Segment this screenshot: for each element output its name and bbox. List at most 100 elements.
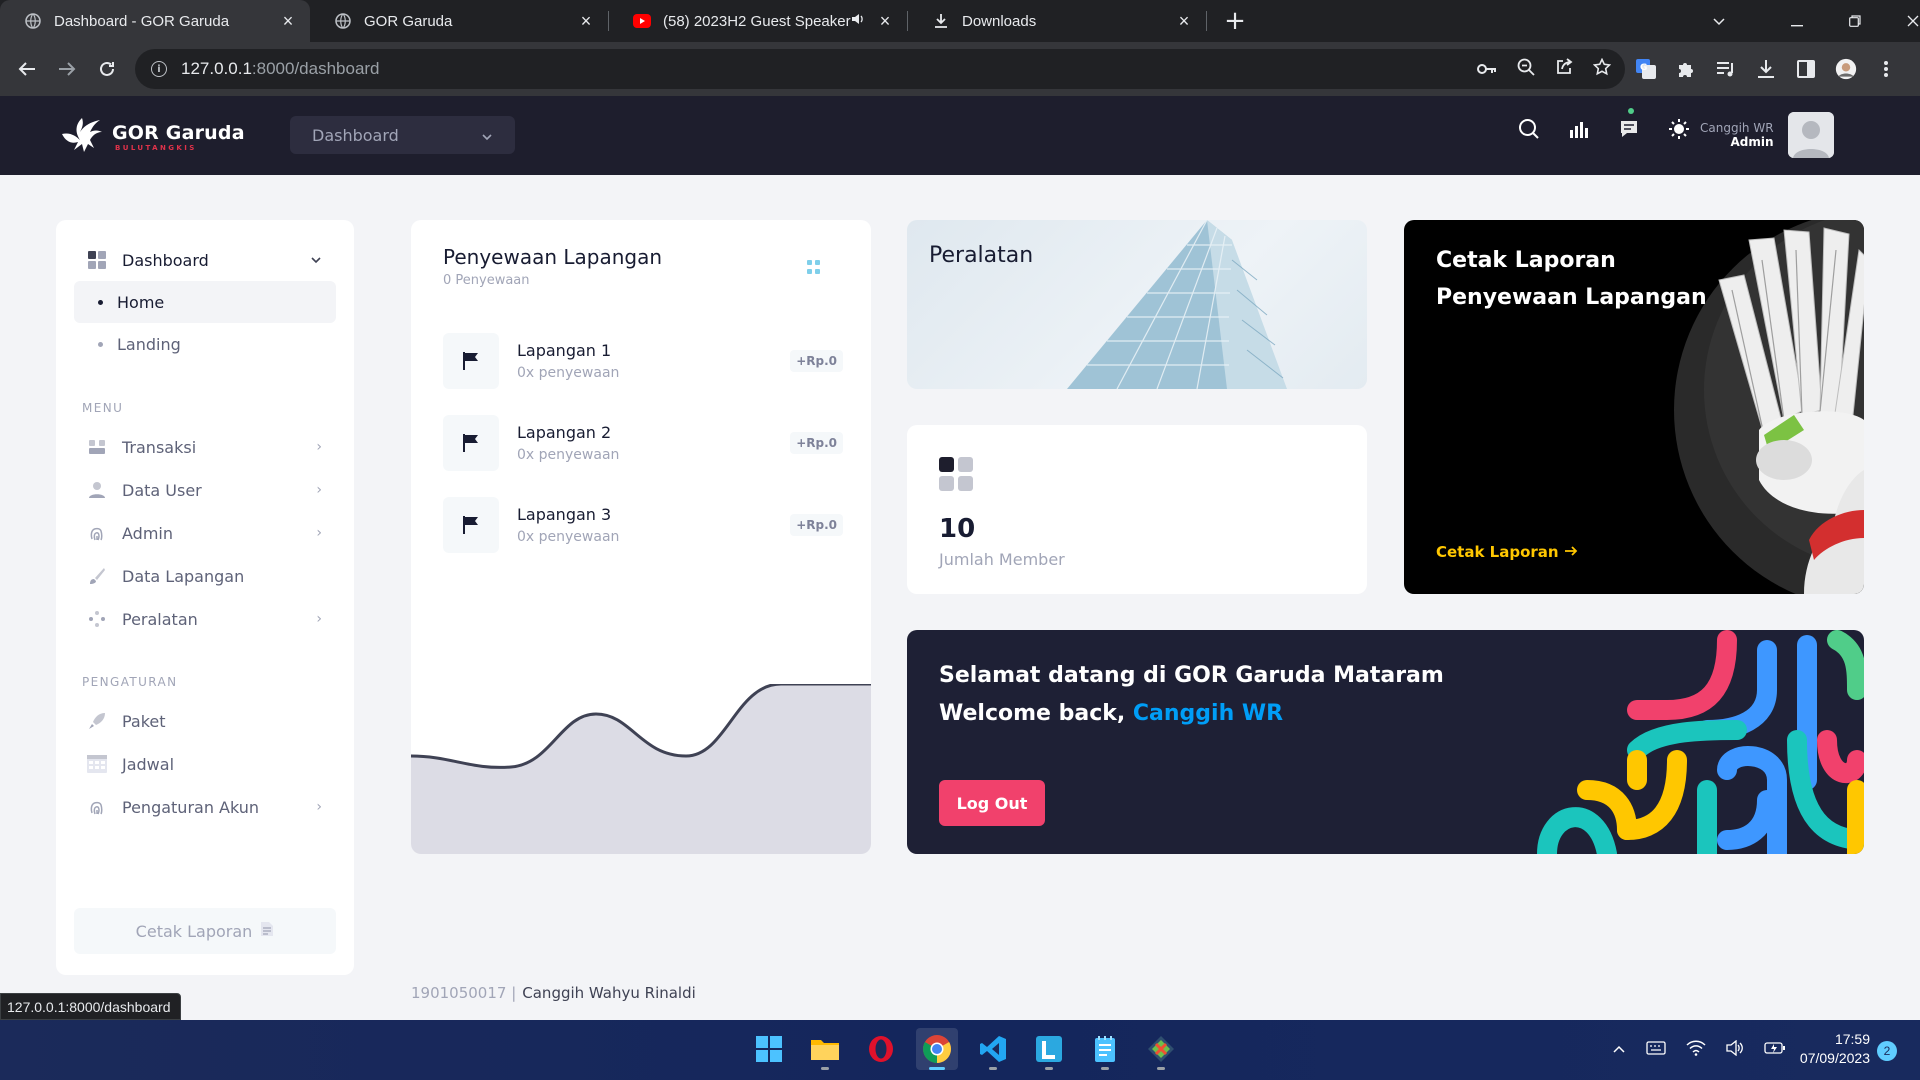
avatar[interactable] [1787,112,1834,158]
close-icon[interactable]: × [875,11,895,32]
card-title: Penyewaan Lapangan [443,245,663,269]
flag-icon [443,415,499,471]
user-icon [86,479,108,501]
tab-gor-garuda[interactable]: GOR Garuda × [310,0,608,42]
sidebar-item-data-lapangan[interactable]: Data Lapangan [74,555,336,597]
list-item[interactable]: Lapangan 3 0x penyewaan +Rp.0 [443,497,843,553]
print-report-link[interactable]: Cetak Laporan [1436,543,1578,561]
chrome-icon[interactable] [916,1028,958,1070]
sidebar-item-data-user[interactable]: Data User › [74,469,336,511]
volume-icon[interactable] [1726,1039,1744,1060]
arrow-right-icon [1564,543,1578,561]
stats-chart-icon[interactable] [1568,118,1590,140]
tab-dashboard[interactable]: Dashboard - GOR Garuda × [0,0,310,42]
sidebar-item-landing[interactable]: Landing [74,323,336,365]
tab-youtube[interactable]: (58) 2023H2 Guest Speaker S × [609,0,907,42]
sidebar-item-label: Paket [122,711,166,731]
sidebar-item-transaksi[interactable]: Transaksi › [74,426,336,468]
print-report-button[interactable]: Cetak Laporan [74,908,336,954]
restore-icon[interactable] [1826,12,1884,31]
brand-logo[interactable]: GOR Garuda BULUTANGKIS [60,114,245,160]
address-input[interactable]: i 127.0.0.1:8000/dashboard [135,49,1625,89]
notification-badge[interactable]: 2 [1877,1041,1897,1061]
media-queue-icon[interactable] [1715,58,1737,80]
theme-sun-icon[interactable] [1668,118,1690,140]
side-panel-icon[interactable] [1795,58,1817,80]
sidebar-item-home[interactable]: Home [74,281,336,323]
browser-address-bar: i 127.0.0.1:8000/dashboard G [0,42,1920,96]
back-icon[interactable] [12,54,42,84]
document-icon [260,921,274,941]
sidebar-item-peralatan[interactable]: Peralatan › [74,598,336,640]
wifi-icon[interactable] [1686,1040,1706,1060]
chevron-up-icon[interactable] [1612,1042,1626,1058]
section-title-pengaturan: PENGATURAN [82,675,178,689]
list-item[interactable]: Lapangan 2 0x penyewaan +Rp.0 [443,415,843,471]
list-item[interactable]: Lapangan 1 0x penyewaan +Rp.0 [443,333,843,389]
chevron-right-icon: › [316,611,322,627]
translate-icon[interactable]: G [1635,58,1657,80]
minimize-icon[interactable] [1768,12,1826,31]
speaker-icon[interactable] [851,12,865,30]
new-tab-button[interactable]: + [1220,0,1250,42]
git-gui-icon[interactable] [1140,1028,1182,1070]
rental-card: Penyewaan Lapangan 0 Penyewaan Lapangan … [411,220,871,854]
svg-text:G: G [1640,63,1647,73]
vscode-icon[interactable] [972,1028,1014,1070]
court-count: 0x penyewaan [517,365,620,381]
sidebar-item-label: Pengaturan Akun [122,797,260,817]
system-clock[interactable]: 17:59 07/09/2023 [1782,1030,1870,1068]
print-report-link-label: Cetak Laporan [1436,543,1559,561]
sidebar-item-dashboard[interactable]: Dashboard [74,239,336,281]
more-menu-icon[interactable] [1875,58,1897,80]
opera-browser-icon[interactable] [860,1028,902,1070]
user-menu[interactable]: Canggih WR Admin [1700,112,1834,158]
tab-downloads[interactable]: Downloads × [908,0,1206,42]
close-icon[interactable]: × [1174,11,1194,32]
tab-search-chevron-icon[interactable] [1690,12,1748,31]
window-close-icon[interactable] [1884,12,1920,31]
profile-avatar-icon[interactable] [1835,58,1857,80]
reload-icon[interactable] [92,54,122,84]
start-windows-icon[interactable] [748,1028,790,1070]
rocket-icon [86,710,108,732]
menu-dropdown[interactable]: Dashboard [290,116,515,154]
zoom-icon[interactable] [1517,58,1535,80]
sidebar-item-label: Peralatan [122,609,198,629]
print-report-label: Cetak Laporan [135,921,253,941]
logout-button[interactable]: Log Out [939,780,1045,826]
chevron-right-icon: › [316,439,322,455]
notepad-icon[interactable] [1084,1028,1126,1070]
footer-author[interactable]: Canggih Wahyu Rinaldi [522,984,696,1002]
report-card: Cetak Laporan Penyewaan Lapangan Cetak L… [1404,220,1864,594]
amount-badge: +Rp.0 [790,514,843,536]
download-icon[interactable] [1755,58,1777,80]
card-title: Cetak Laporan Penyewaan Lapangan [1436,248,1707,310]
close-icon[interactable]: × [576,11,596,32]
welcome-user-name: Canggih WR [1132,701,1284,726]
card-menu-icon[interactable] [807,260,821,274]
bullet-icon [98,341,103,347]
equipment-card[interactable]: Peralatan [907,220,1367,389]
court-name: Lapangan 2 [517,423,612,442]
share-icon[interactable] [1555,58,1573,80]
key-icon[interactable] [1477,60,1497,79]
sidebar-item-admin[interactable]: Admin › [74,512,336,554]
sidebar-item-jadwal[interactable]: Jadwal [74,743,336,785]
bookmark-star-icon[interactable] [1592,57,1612,80]
welcome-card: Selamat datang di GOR Garuda Mataram Wel… [907,630,1864,854]
laragon-icon[interactable] [1028,1028,1070,1070]
sidebar-item-pengaturan-akun[interactable]: Pengaturan Akun › [74,786,336,828]
chat-icon[interactable] [1618,108,1640,140]
brush-icon [86,565,108,587]
info-icon[interactable]: i [151,61,167,77]
keyboard-icon[interactable] [1646,1041,1666,1059]
search-icon[interactable] [1518,118,1540,140]
close-icon[interactable]: × [278,11,298,32]
sidebar-item-label: Home [117,292,165,312]
sidebar-item-paket[interactable]: Paket [74,700,336,742]
extensions-puzzle-icon[interactable] [1675,58,1697,80]
tab-title: Downloads [962,12,1037,30]
forward-icon[interactable] [52,54,82,84]
file-explorer-icon[interactable] [804,1028,846,1070]
